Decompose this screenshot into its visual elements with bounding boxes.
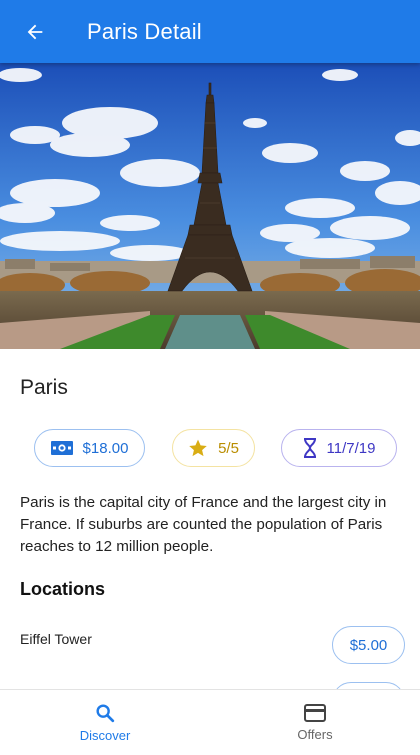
bottom-navigation: Discover Offers <box>0 689 420 755</box>
arrow-back-icon <box>27 24 43 39</box>
app-bar: Paris Detail <box>0 0 420 63</box>
search-icon <box>96 704 115 723</box>
money-icon <box>50 441 73 455</box>
price-label: $18.00 <box>82 439 129 457</box>
city-name: Paris <box>20 376 68 399</box>
locations-title: Locations <box>20 579 106 599</box>
info-chips: $18.00 5/5 11/7/19 <box>0 429 420 467</box>
location-row[interactable]: Eiffel Tower $5.00 <box>0 626 420 666</box>
page-title: Paris Detail <box>87 18 202 44</box>
date-label: 11/7/19 <box>326 439 376 457</box>
star-icon <box>189 439 207 457</box>
city-description: Paris is the capital city of France and … <box>20 494 387 555</box>
nav-discover[interactable]: Discover <box>0 690 210 755</box>
back-button[interactable] <box>0 0 70 63</box>
hourglass-icon <box>303 438 316 458</box>
price-chip[interactable]: $18.00 <box>34 429 145 467</box>
rating-chip[interactable]: 5/5 <box>172 429 255 467</box>
nav-offers[interactable]: Offers <box>210 690 420 755</box>
nav-offers-label: Offers <box>297 727 333 742</box>
date-chip[interactable]: 11/7/19 <box>281 429 397 467</box>
card-icon <box>304 704 326 722</box>
hero-image <box>0 63 420 349</box>
nav-discover-label: Discover <box>79 728 131 743</box>
location-name: Eiffel Tower <box>20 631 92 647</box>
rating-label: 5/5 <box>218 439 239 457</box>
location-price-button[interactable]: $5.00 <box>332 626 405 664</box>
